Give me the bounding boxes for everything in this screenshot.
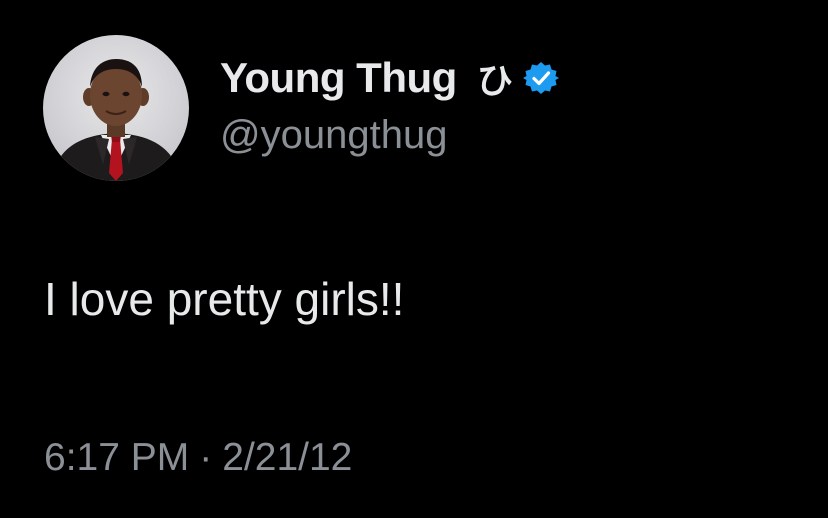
tweet-text: I love pretty girls!! [44, 273, 405, 325]
timestamp-separator: · [199, 436, 213, 479]
tweet-card: Young Thug ひ @youngthug I love pretty gi… [0, 0, 828, 518]
verified-badge-icon[interactable] [522, 60, 559, 96]
tweet-time: 6:17 PM [44, 436, 190, 479]
avatar-photo-icon [51, 59, 181, 181]
display-name[interactable]: Young Thug [220, 54, 457, 102]
name-glyph: ひ [476, 61, 513, 102]
author-name-row: Young Thug ひ [220, 52, 559, 104]
author-handle[interactable]: @youngthug [220, 113, 447, 158]
avatar[interactable] [43, 35, 189, 181]
tweet-date: 2/21/12 [222, 436, 353, 479]
tweet-timestamp[interactable]: 6:17 PM · 2/21/12 [44, 436, 352, 480]
